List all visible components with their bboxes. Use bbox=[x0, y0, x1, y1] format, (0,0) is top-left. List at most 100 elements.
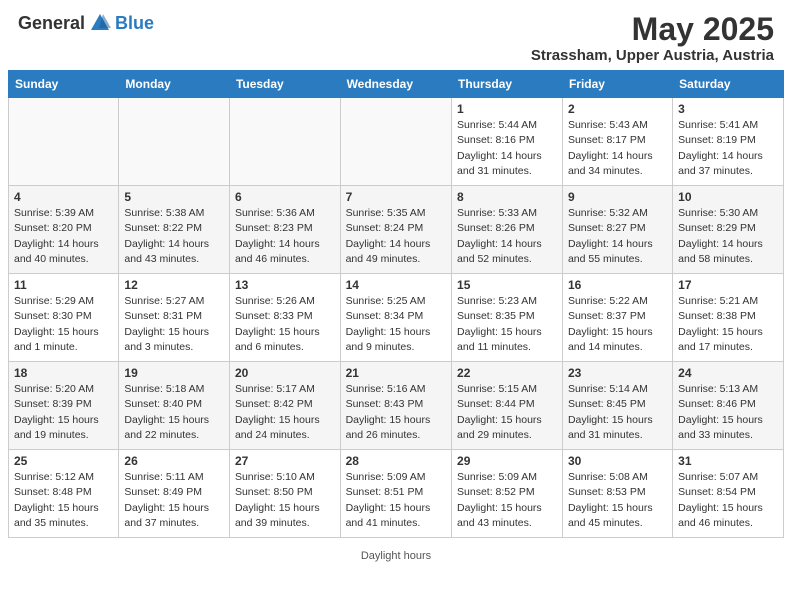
week-row-3: 18 Sunrise: 5:20 AMSunset: 8:39 PMDayligh… bbox=[9, 362, 784, 450]
day-number: 9 bbox=[568, 190, 667, 204]
day-number: 5 bbox=[124, 190, 224, 204]
day-info: Sunrise: 5:21 AMSunset: 8:38 PMDaylight:… bbox=[678, 294, 778, 355]
calendar-cell: 22Sunrise: 5:15 AMSunset: 8:44 PMDayligh… bbox=[452, 362, 563, 450]
logo-general: General bbox=[18, 13, 85, 34]
day-number: 16 bbox=[568, 278, 667, 292]
calendar-cell: 15Sunrise: 5:23 AMSunset: 8:35 PMDayligh… bbox=[452, 274, 563, 362]
day-number: 14 bbox=[346, 278, 446, 292]
day-number: 18 bbox=[14, 366, 113, 380]
day-info: Sunrise: 5:44 AMSunset: 8:16 PMDaylight:… bbox=[457, 118, 557, 179]
days-header-row: SundayMondayTuesdayWednesdayThursdayFrid… bbox=[9, 71, 784, 98]
calendar-cell: 3Sunrise: 5:41 AMSunset: 8:19 PMDaylight… bbox=[673, 98, 784, 186]
day-header-thursday: Thursday bbox=[452, 71, 563, 98]
calendar-cell: 23 Sunrise: 5:14 AMSunset: 8:45 PMDayligh… bbox=[562, 362, 672, 450]
day-number: 27 bbox=[235, 454, 335, 468]
day-number: 3 bbox=[678, 102, 778, 116]
calendar-cell: 17 Sunrise: 5:21 AMSunset: 8:38 PMDayligh… bbox=[673, 274, 784, 362]
week-row-1: 4 Sunrise: 5:39 AMSunset: 8:20 PMDaylight… bbox=[9, 186, 784, 274]
day-number: 8 bbox=[457, 190, 557, 204]
calendar-cell: 21Sunrise: 5:16 AMSunset: 8:43 PMDayligh… bbox=[340, 362, 451, 450]
day-info: Sunrise: 5:08 AMSunset: 8:53 PMDaylight:… bbox=[568, 470, 667, 531]
day-number: 12 bbox=[124, 278, 224, 292]
day-number: 11 bbox=[14, 278, 113, 292]
day-number: 15 bbox=[457, 278, 557, 292]
calendar-cell: 4 Sunrise: 5:39 AMSunset: 8:20 PMDaylight… bbox=[9, 186, 119, 274]
calendar-cell: 29Sunrise: 5:09 AMSunset: 8:52 PMDayligh… bbox=[452, 450, 563, 538]
month-title: May 2025 bbox=[531, 12, 774, 47]
day-number: 26 bbox=[124, 454, 224, 468]
calendar-cell: 25Sunrise: 5:12 AMSunset: 8:48 PMDayligh… bbox=[9, 450, 119, 538]
calendar-cell bbox=[340, 98, 451, 186]
location-title: Strassham, Upper Austria, Austria bbox=[531, 47, 774, 64]
calendar-cell: 31 Sunrise: 5:07 AMSunset: 8:54 PMDayligh… bbox=[673, 450, 784, 538]
day-info: Sunrise: 5:36 AMSunset: 8:23 PMDaylight:… bbox=[235, 206, 335, 267]
day-number: 7 bbox=[346, 190, 446, 204]
calendar-cell: 7 Sunrise: 5:35 AMSunset: 8:24 PMDaylight… bbox=[340, 186, 451, 274]
day-info: Sunrise: 5:07 AMSunset: 8:54 PMDaylight:… bbox=[678, 470, 778, 531]
day-info: Sunrise: 5:17 AMSunset: 8:42 PMDaylight:… bbox=[235, 382, 335, 443]
day-number: 19 bbox=[124, 366, 224, 380]
calendar-cell bbox=[229, 98, 340, 186]
day-number: 29 bbox=[457, 454, 557, 468]
day-number: 4 bbox=[14, 190, 113, 204]
footer: Daylight hours bbox=[0, 546, 792, 564]
day-number: 31 bbox=[678, 454, 778, 468]
day-header-friday: Friday bbox=[562, 71, 672, 98]
day-header-saturday: Saturday bbox=[673, 71, 784, 98]
day-info: Sunrise: 5:27 AMSunset: 8:31 PMDaylight:… bbox=[124, 294, 224, 355]
day-info: Sunrise: 5:35 AMSunset: 8:24 PMDaylight:… bbox=[346, 206, 446, 267]
calendar-cell: 6Sunrise: 5:36 AMSunset: 8:23 PMDaylight… bbox=[229, 186, 340, 274]
day-number: 23 bbox=[568, 366, 667, 380]
calendar-wrapper: SundayMondayTuesdayWednesdayThursdayFrid… bbox=[0, 70, 792, 546]
day-info: Sunrise: 5:39 AMSunset: 8:20 PMDaylight:… bbox=[14, 206, 113, 267]
calendar-cell: 19 Sunrise: 5:18 AMSunset: 8:40 PMDayligh… bbox=[119, 362, 230, 450]
calendar-cell: 14 Sunrise: 5:25 AMSunset: 8:34 PMDayligh… bbox=[340, 274, 451, 362]
calendar-cell: 5 Sunrise: 5:38 AMSunset: 8:22 PMDaylight… bbox=[119, 186, 230, 274]
day-info: Sunrise: 5:38 AMSunset: 8:22 PMDaylight:… bbox=[124, 206, 224, 267]
day-info: Sunrise: 5:26 AMSunset: 8:33 PMDaylight:… bbox=[235, 294, 335, 355]
calendar-table: SundayMondayTuesdayWednesdayThursdayFrid… bbox=[8, 70, 784, 538]
calendar-cell bbox=[9, 98, 119, 186]
calendar-cell: 1 Sunrise: 5:44 AMSunset: 8:16 PMDaylight… bbox=[452, 98, 563, 186]
calendar-cell: 10Sunrise: 5:30 AMSunset: 8:29 PMDayligh… bbox=[673, 186, 784, 274]
day-info: Sunrise: 5:29 AMSunset: 8:30 PMDaylight:… bbox=[14, 294, 113, 355]
calendar-cell: 2 Sunrise: 5:43 AMSunset: 8:17 PMDaylight… bbox=[562, 98, 672, 186]
day-info: Sunrise: 5:32 AMSunset: 8:27 PMDaylight:… bbox=[568, 206, 667, 267]
day-info: Sunrise: 5:20 AMSunset: 8:39 PMDaylight:… bbox=[14, 382, 113, 443]
calendar-cell: 8 Sunrise: 5:33 AMSunset: 8:26 PMDaylight… bbox=[452, 186, 563, 274]
logo: General Blue bbox=[18, 12, 154, 34]
day-info: Sunrise: 5:13 AMSunset: 8:46 PMDaylight:… bbox=[678, 382, 778, 443]
calendar-cell: 16 Sunrise: 5:22 AMSunset: 8:37 PMDayligh… bbox=[562, 274, 672, 362]
calendar-cell: 27 Sunrise: 5:10 AMSunset: 8:50 PMDayligh… bbox=[229, 450, 340, 538]
day-number: 1 bbox=[457, 102, 557, 116]
calendar-cell: 12 Sunrise: 5:27 AMSunset: 8:31 PMDayligh… bbox=[119, 274, 230, 362]
day-info: Sunrise: 5:25 AMSunset: 8:34 PMDaylight:… bbox=[346, 294, 446, 355]
day-info: Sunrise: 5:22 AMSunset: 8:37 PMDaylight:… bbox=[568, 294, 667, 355]
logo-blue: Blue bbox=[115, 13, 154, 34]
calendar-cell: 18 Sunrise: 5:20 AMSunset: 8:39 PMDayligh… bbox=[9, 362, 119, 450]
day-info: Sunrise: 5:10 AMSunset: 8:50 PMDaylight:… bbox=[235, 470, 335, 531]
calendar-cell: 20 Sunrise: 5:17 AMSunset: 8:42 PMDayligh… bbox=[229, 362, 340, 450]
day-info: Sunrise: 5:43 AMSunset: 8:17 PMDaylight:… bbox=[568, 118, 667, 179]
title-area: May 2025 Strassham, Upper Austria, Austr… bbox=[531, 12, 774, 64]
day-info: Sunrise: 5:14 AMSunset: 8:45 PMDaylight:… bbox=[568, 382, 667, 443]
week-row-4: 25Sunrise: 5:12 AMSunset: 8:48 PMDayligh… bbox=[9, 450, 784, 538]
day-number: 22 bbox=[457, 366, 557, 380]
day-header-sunday: Sunday bbox=[9, 71, 119, 98]
day-number: 20 bbox=[235, 366, 335, 380]
day-info: Sunrise: 5:18 AMSunset: 8:40 PMDaylight:… bbox=[124, 382, 224, 443]
day-header-tuesday: Tuesday bbox=[229, 71, 340, 98]
calendar-cell: 13Sunrise: 5:26 AMSunset: 8:33 PMDayligh… bbox=[229, 274, 340, 362]
day-number: 17 bbox=[678, 278, 778, 292]
calendar-cell: 28Sunrise: 5:09 AMSunset: 8:51 PMDayligh… bbox=[340, 450, 451, 538]
day-number: 25 bbox=[14, 454, 113, 468]
calendar-cell bbox=[119, 98, 230, 186]
calendar-cell: 9 Sunrise: 5:32 AMSunset: 8:27 PMDaylight… bbox=[562, 186, 672, 274]
day-number: 2 bbox=[568, 102, 667, 116]
day-number: 10 bbox=[678, 190, 778, 204]
day-info: Sunrise: 5:33 AMSunset: 8:26 PMDaylight:… bbox=[457, 206, 557, 267]
day-header-wednesday: Wednesday bbox=[340, 71, 451, 98]
logo-icon bbox=[89, 12, 111, 34]
day-number: 21 bbox=[346, 366, 446, 380]
day-number: 24 bbox=[678, 366, 778, 380]
